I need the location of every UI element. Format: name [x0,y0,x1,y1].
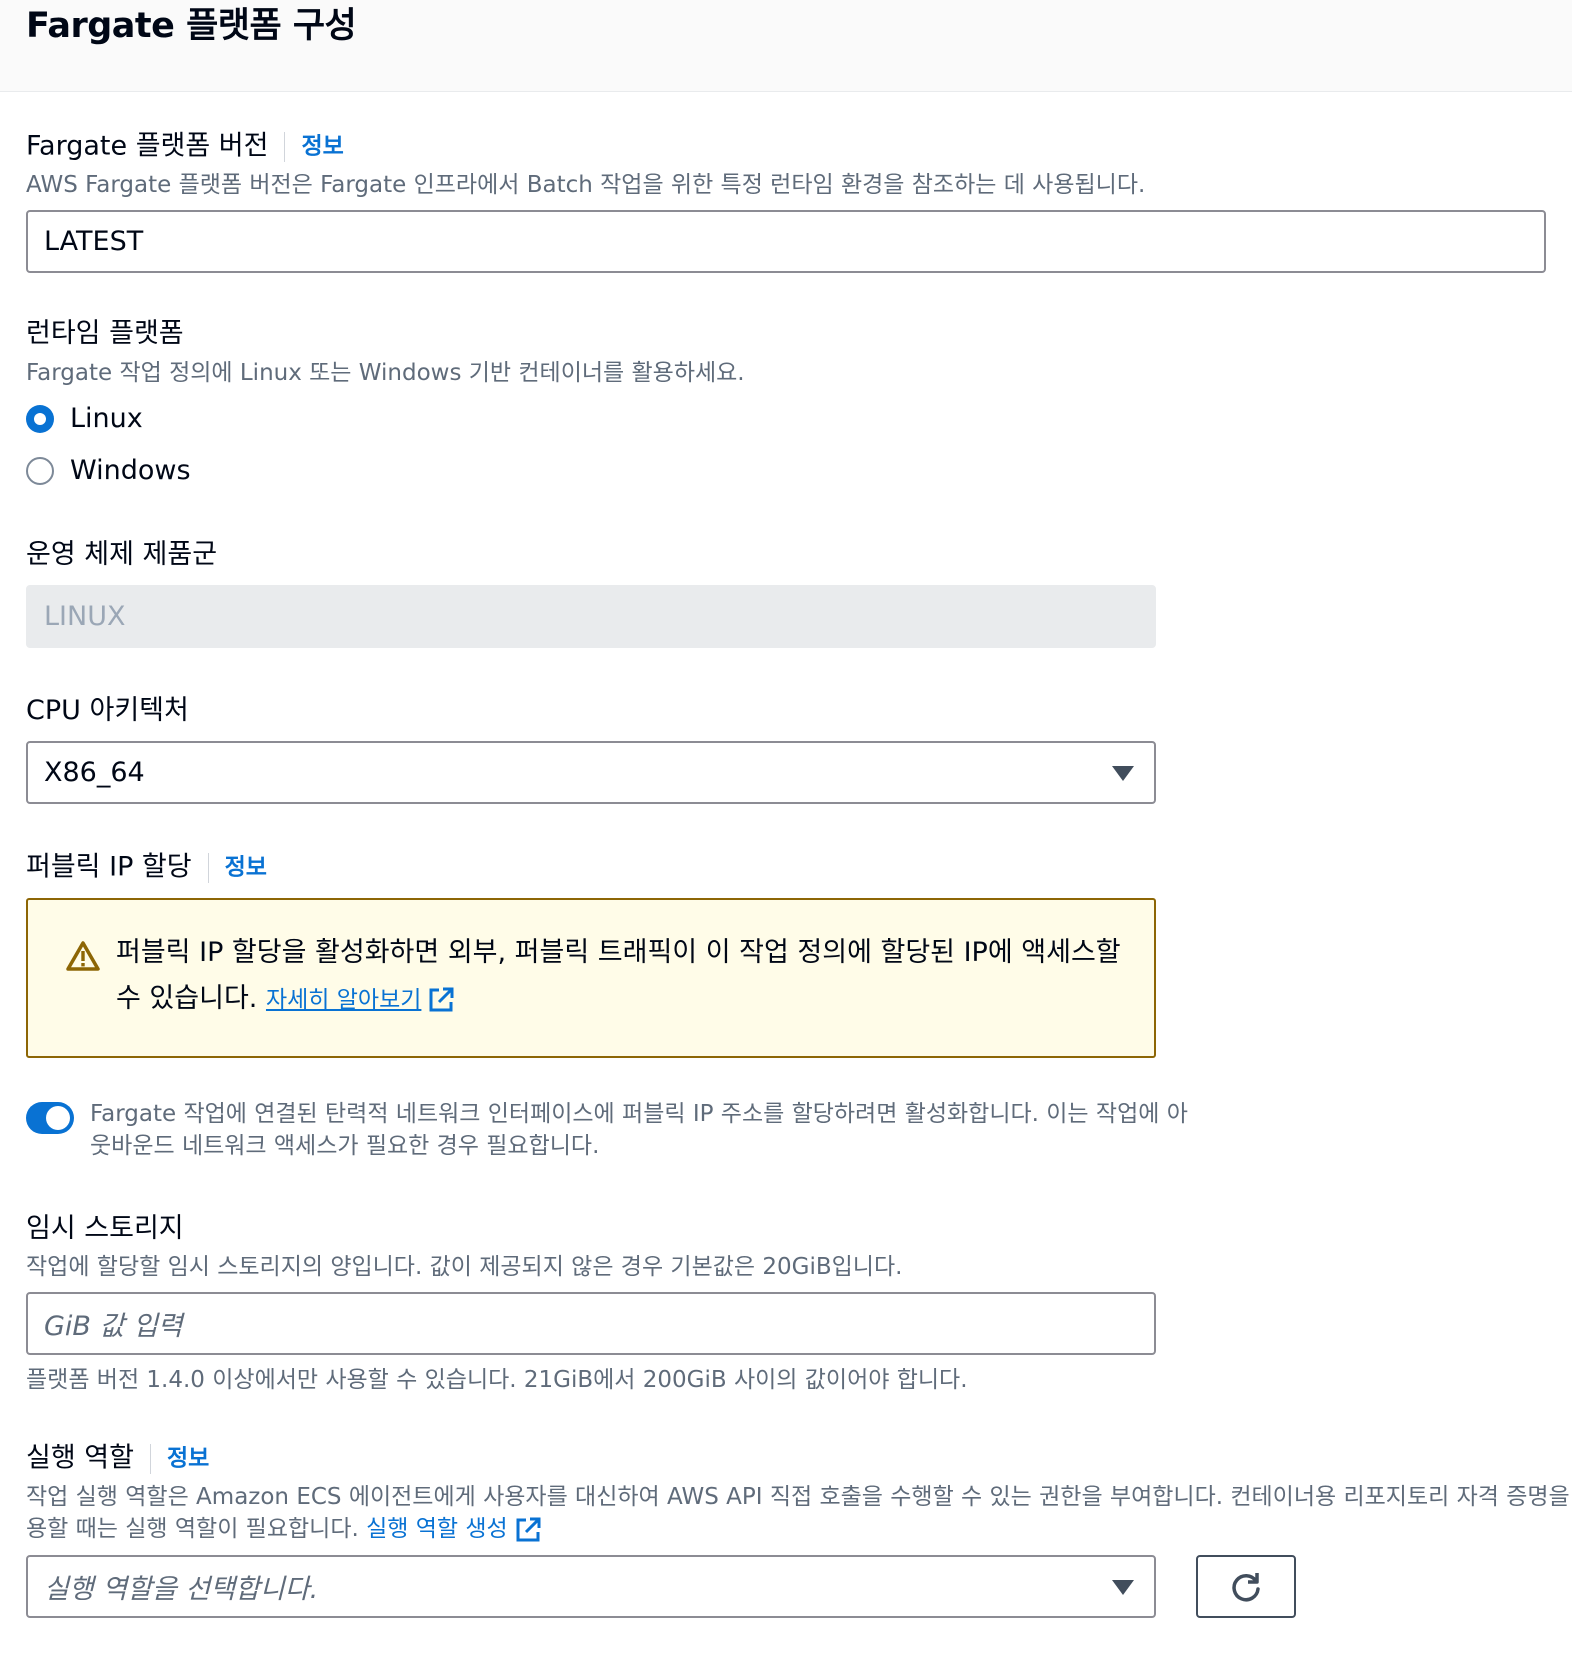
runtime-platform-description: Fargate 작업 정의에 Linux 또는 Windows 기반 컨테이너를… [26,360,745,386]
external-link-icon [429,987,454,1011]
toggle-description-line-2: 웃바운드 네트워크 액세스가 필요한 경우 필요합니다. [90,1133,600,1159]
cpu-architecture-value: X86_64 [44,757,145,788]
ephemeral-storage-label: 임시 스토리지 [26,1213,184,1244]
public-ip-info-link[interactable]: 정보 [225,855,267,881]
platform-version-description: AWS Fargate 플랫폼 버전은 Fargate 인프라에서 Batch … [26,172,1146,198]
cpu-architecture-label: CPU 아키텍처 [26,695,189,726]
execution-role-description: 작업 실행 역할은 Amazon ECS 에이전트에게 사용자를 대신하여 AW… [26,1481,1572,1545]
public-ip-label: 퍼블릭 IP 할당 [26,851,192,883]
platform-version-label: Fargate 플랫폼 버전 [26,130,269,162]
execution-role-description-line-2-text: 용할 때는 실행 역할이 필요합니다. [26,1516,359,1542]
ephemeral-storage-input[interactable]: GiB 값 입력 [26,1292,1156,1355]
public-ip-toggle[interactable] [26,1102,74,1134]
execution-role-label: 실행 역할 [26,1442,134,1474]
platform-version-info-link[interactable]: 정보 [301,134,343,160]
divider [284,131,286,162]
public-ip-warning-alert: 퍼블릭 IP 할당을 활성화하면 외부, 퍼블릭 트래픽이 이 작업 정의에 할… [26,898,1156,1058]
execution-role-description-line-2: 용할 때는 실행 역할이 필요합니다. 실행 역할 생성 [26,1513,1572,1545]
warning-line-1: 퍼블릭 IP 할당을 활성화하면 외부, 퍼블릭 트래픽이 이 작업 정의에 할… [116,937,1121,968]
divider [149,1443,151,1474]
radio-linux[interactable] [26,405,54,433]
radio-windows-label[interactable]: Windows [70,453,191,489]
divider [207,852,209,883]
runtime-platform-label: 런타임 플랫폼 [26,318,184,349]
ephemeral-storage-description: 작업에 할당할 임시 스토리지의 양입니다. 값이 제공되지 않은 경우 기본값… [26,1254,903,1280]
os-family-label: 운영 체제 제품군 [26,539,218,570]
refresh-icon [1232,1572,1260,1601]
page-header: Fargate 플랫폼 구성 [0,0,1572,92]
refresh-button[interactable] [1196,1555,1296,1618]
page-title: Fargate 플랫폼 구성 [26,6,357,46]
create-execution-role-link[interactable]: 실행 역할 생성 [366,1516,508,1542]
toggle-description-line-1: Fargate 작업에 연결된 탄력적 네트워크 인터페이스에 퍼블릭 IP 주… [90,1101,1188,1127]
os-family-input: LINUX [26,585,1156,648]
execution-role-description-line-1: 작업 실행 역할은 Amazon ECS 에이전트에게 사용자를 대신하여 AW… [26,1484,1572,1510]
public-ip-toggle-description: Fargate 작업에 연결된 탄력적 네트워크 인터페이스에 퍼블릭 IP 주… [90,1098,1188,1162]
warning-line-2-text: 수 있습니다. [116,983,258,1014]
warning-icon [66,941,100,971]
os-family-value: LINUX [44,601,126,632]
execution-role-select[interactable]: 실행 역할을 선택합니다. [26,1555,1156,1618]
platform-version-input[interactable]: LATEST [26,210,1546,273]
learn-more-link[interactable]: 자세히 알아보기 [266,987,421,1013]
warning-line-2: 수 있습니다. 자세히 알아보기 [116,976,1121,1023]
execution-role-info-link[interactable]: 정보 [167,1446,209,1472]
execution-role-placeholder: 실행 역할을 선택합니다. [44,1574,319,1605]
public-ip-label-row: 퍼블릭 IP 할당 정보 [26,849,267,886]
external-link-icon [516,1517,541,1541]
execution-role-label-row: 실행 역할 정보 [26,1440,209,1477]
platform-version-label-row: Fargate 플랫폼 버전 정보 [26,128,344,165]
platform-version-value: LATEST [44,226,144,257]
cpu-architecture-select[interactable]: X86_64 [26,741,1156,804]
radio-windows[interactable] [26,457,54,485]
ephemeral-storage-constraint: 플랫폼 버전 1.4.0 이상에서만 사용할 수 있습니다. 21GiB에서 2… [26,1367,968,1393]
warning-message: 퍼블릭 IP 할당을 활성화하면 외부, 퍼블릭 트래픽이 이 작업 정의에 할… [116,930,1121,1023]
chevron-down-icon [1112,765,1134,781]
chevron-down-icon [1112,1579,1134,1595]
radio-linux-label[interactable]: Linux [70,401,143,437]
ephemeral-storage-placeholder: GiB 값 입력 [44,1311,183,1342]
